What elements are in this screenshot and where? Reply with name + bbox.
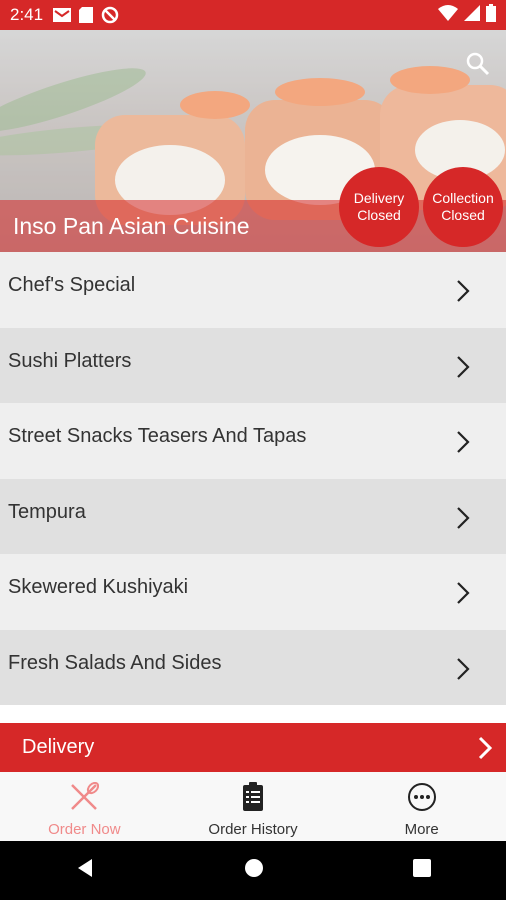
nav-label: Order Now	[48, 821, 121, 838]
restaurant-name: Inso Pan Asian Cuisine	[13, 213, 250, 239]
signal-icon	[464, 4, 480, 26]
menu-item-chefs-special[interactable]: Chef's Special	[0, 252, 506, 328]
home-icon[interactable]	[243, 857, 265, 884]
delivery-status-badge: Delivery Closed	[339, 167, 419, 247]
menu-category-list: Chef's Special Sushi Platters Street Sna…	[0, 252, 506, 705]
bottom-navigation: Order Now Order History More	[0, 772, 506, 841]
nav-order-now[interactable]: Order Now	[0, 772, 169, 841]
chevron-right-icon	[456, 355, 470, 384]
mail-icon	[53, 8, 72, 22]
delivery-badge-line1: Delivery	[353, 190, 405, 206]
nav-label: More	[404, 821, 439, 838]
do-not-disturb-icon	[101, 6, 119, 24]
menu-item-label: Chef's Special	[8, 274, 136, 297]
search-icon[interactable]	[466, 52, 490, 81]
delivery-mode-label: Delivery	[22, 736, 95, 758]
menu-item-label: Tempura	[8, 500, 86, 523]
nav-more[interactable]: More	[337, 772, 506, 841]
clipboard-icon	[242, 782, 264, 817]
chevron-right-icon	[456, 506, 470, 535]
menu-item-label: Street Snacks Teasers And Tapas	[8, 425, 307, 448]
battery-icon	[486, 3, 496, 27]
nav-order-history[interactable]: Order History	[169, 772, 338, 841]
menu-item-fresh-salads[interactable]: Fresh Salads And Sides	[0, 629, 506, 705]
hero-banner: Inso Pan Asian Cuisine Delivery Closed C…	[0, 30, 506, 252]
chevron-right-icon	[478, 736, 493, 766]
sd-card-icon	[79, 7, 94, 23]
collection-badge-line2: Closed	[441, 207, 485, 223]
recents-icon[interactable]	[412, 858, 432, 883]
menu-item-sushi-platters[interactable]: Sushi Platters	[0, 327, 506, 403]
collection-badge-line1: Collection	[432, 190, 494, 206]
back-icon[interactable]	[74, 857, 96, 884]
menu-item-tempura[interactable]: Tempura	[0, 478, 506, 554]
status-bar: 2:41	[0, 0, 506, 30]
menu-item-label: Skewered Kushiyaki	[8, 576, 189, 599]
chevron-right-icon	[456, 279, 470, 308]
fork-knife-icon	[69, 781, 100, 817]
menu-item-label: Sushi Platters	[8, 349, 132, 372]
more-icon	[407, 782, 437, 817]
nav-label: Order History	[208, 821, 298, 838]
system-navigation-bar	[0, 841, 506, 900]
menu-item-skewered-kushiyaki[interactable]: Skewered Kushiyaki	[0, 554, 506, 630]
chevron-right-icon	[456, 657, 470, 686]
chevron-right-icon	[456, 430, 470, 459]
delivery-mode-bar[interactable]: Delivery	[0, 723, 506, 772]
delivery-badge-line2: Closed	[357, 207, 401, 223]
status-time: 2:41	[10, 5, 44, 24]
collection-status-badge: Collection Closed	[423, 167, 503, 247]
menu-item-street-snacks[interactable]: Street Snacks Teasers And Tapas	[0, 403, 506, 479]
chevron-right-icon	[456, 581, 470, 610]
wifi-icon	[438, 4, 458, 26]
menu-item-label: Fresh Salads And Sides	[8, 651, 222, 674]
